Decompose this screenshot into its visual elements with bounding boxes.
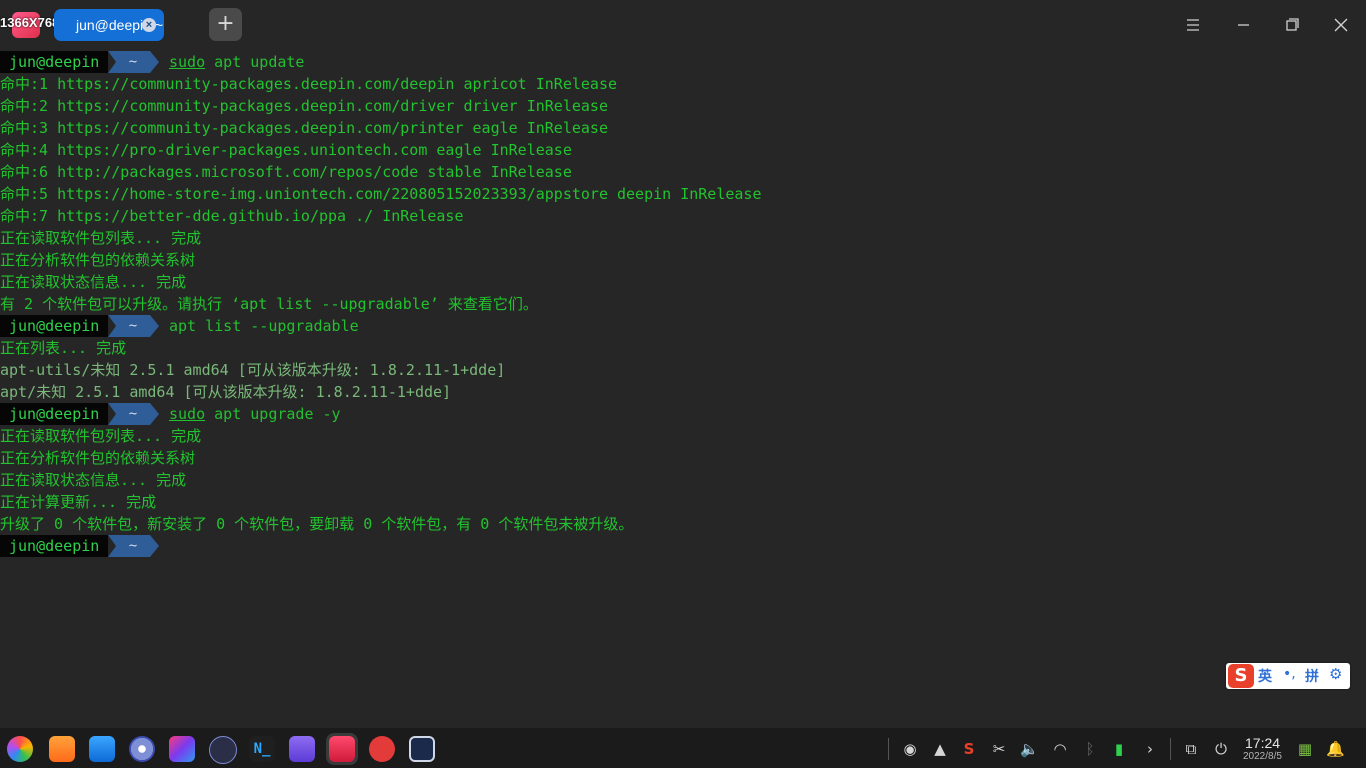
notion-icon[interactable]: N_ bbox=[249, 736, 275, 762]
new-tab-button[interactable]: + bbox=[209, 8, 242, 41]
notification-bell-icon[interactable]: 🔔 bbox=[1326, 740, 1345, 758]
close-icon[interactable] bbox=[1328, 12, 1354, 38]
netease-music-icon[interactable] bbox=[369, 736, 395, 762]
output-line: 命中:1 https://community-packages.deepin.c… bbox=[0, 75, 617, 93]
prompt-cwd: ~ bbox=[108, 403, 159, 425]
output-line: 正在列表... 完成 bbox=[0, 339, 127, 357]
output-line: 正在分析软件包的依赖关系树 bbox=[0, 449, 196, 467]
bluetooth-icon[interactable]: ᛒ bbox=[1081, 740, 1099, 758]
output-line: 正在读取状态信息... 完成 bbox=[0, 471, 187, 489]
settings-icon[interactable] bbox=[129, 736, 155, 762]
menu-icon[interactable] bbox=[1180, 12, 1206, 38]
output-line: 正在计算更新... 完成 bbox=[0, 493, 157, 511]
output-line: 命中:6 http://packages.microsoft.com/repos… bbox=[0, 163, 572, 181]
prompt-line: jun@deepin ~ apt list --upgradable bbox=[0, 315, 1366, 337]
ime-settings-icon[interactable]: ⚙ bbox=[1329, 665, 1342, 683]
output-line: 正在读取软件包列表... 完成 bbox=[0, 427, 202, 445]
command-text: apt list --upgradable bbox=[169, 317, 359, 335]
prompt-line: jun@deepin ~ sudo apt upgrade -y bbox=[0, 403, 1366, 425]
output-line: 正在读取软件包列表... 完成 bbox=[0, 229, 202, 247]
app-store-icon[interactable] bbox=[89, 736, 115, 762]
output-line: 命中:2 https://community-packages.deepin.c… bbox=[0, 97, 608, 115]
prompt-user: jun@deepin bbox=[0, 535, 108, 557]
screenshot-tray-icon[interactable]: ✂ bbox=[990, 740, 1008, 758]
output-line: 正在分析软件包的依赖关系树 bbox=[0, 251, 196, 269]
output-line: 命中:4 https://pro-driver-packages.unionte… bbox=[0, 141, 572, 159]
volume-icon[interactable]: 🔈 bbox=[1020, 740, 1039, 758]
clock-date[interactable]: 2022/8/5 bbox=[1243, 751, 1282, 762]
expand-tray-icon[interactable]: › bbox=[1141, 740, 1159, 758]
music-icon[interactable] bbox=[289, 736, 315, 762]
prompt-user: jun@deepin bbox=[0, 403, 108, 425]
launcher-icon[interactable] bbox=[7, 736, 33, 762]
output-line: 命中:5 https://home-store-img.uniontech.co… bbox=[0, 185, 762, 203]
clock-time[interactable]: 17:24 bbox=[1245, 735, 1280, 751]
trash-icon[interactable]: ▦ bbox=[1296, 740, 1314, 758]
prompt-user: jun@deepin bbox=[0, 315, 108, 337]
file-manager-icon[interactable] bbox=[49, 736, 75, 762]
prompt-cwd: ~ bbox=[108, 535, 159, 557]
editor-tray-icon[interactable]: ▲ bbox=[931, 740, 949, 758]
command-text: sudo apt upgrade -y bbox=[169, 405, 341, 423]
tab-close-icon[interactable]: × bbox=[142, 18, 156, 32]
ssh-client-icon[interactable] bbox=[209, 736, 237, 764]
output-line: apt-utils/未知 2.5.1 amd64 [可从该版本升级: 1.8.2… bbox=[0, 361, 506, 379]
resolution-badge: 1366X768 bbox=[0, 15, 60, 30]
prompt-line: jun@deepin ~ sudo apt update bbox=[0, 51, 1366, 73]
battery-icon[interactable]: ▮ bbox=[1110, 740, 1128, 758]
terminal-icon[interactable] bbox=[329, 736, 355, 762]
command-text: sudo apt update bbox=[169, 53, 305, 71]
output-line: 有 2 个软件包可以升级。请执行 ‘apt list --upgradable’… bbox=[0, 295, 538, 313]
wifi-icon[interactable]: ◠ bbox=[1051, 740, 1069, 758]
intellij-icon[interactable] bbox=[169, 736, 195, 762]
terminal-output[interactable]: jun@deepin ~ sudo apt update 命中:1 https:… bbox=[0, 51, 1366, 557]
sogou-tray-icon[interactable]: S bbox=[960, 740, 978, 758]
output-line: apt/未知 2.5.1 amd64 [可从该版本升级: 1.8.2.11-1+… bbox=[0, 383, 452, 401]
prompt-user: jun@deepin bbox=[0, 51, 108, 73]
multitask-view-icon[interactable]: ⧉ bbox=[1182, 740, 1200, 758]
power-icon[interactable]: ⏻ bbox=[1212, 740, 1230, 758]
output-line: 正在读取状态信息... 完成 bbox=[0, 273, 187, 291]
prompt-line: jun@deepin ~ bbox=[0, 535, 1366, 557]
prompt-cwd: ~ bbox=[108, 315, 159, 337]
taskbar: N_ ◉ ▲ S ✂ 🔈 ◠ ᛒ ▮ › ⧉ ⏻ ▦ 🔔 bbox=[0, 728, 1366, 768]
ime-punctuation-toggle[interactable]: •, bbox=[1283, 666, 1296, 682]
output-line: 升级了 0 个软件包，新安装了 0 个软件包，要卸载 0 个软件包，有 0 个软… bbox=[0, 515, 634, 533]
output-line: 命中:7 https://better-dde.github.io/ppa ./… bbox=[0, 207, 464, 225]
maximize-icon[interactable] bbox=[1279, 12, 1305, 38]
sogou-logo-icon[interactable]: S bbox=[1228, 664, 1254, 688]
dock-divider bbox=[888, 738, 889, 760]
ime-toolbar[interactable]: S 英 •, 拼 ⚙ bbox=[1226, 663, 1350, 689]
ime-mode-toggle[interactable]: 拼 bbox=[1305, 666, 1319, 686]
ime-language-toggle[interactable]: 英 bbox=[1258, 666, 1272, 686]
deepin-store-tray-icon[interactable]: ◉ bbox=[901, 740, 919, 758]
editor-icon[interactable] bbox=[409, 736, 435, 762]
minimize-icon[interactable] bbox=[1230, 12, 1256, 38]
output-line: 命中:3 https://community-packages.deepin.c… bbox=[0, 119, 608, 137]
dock-divider bbox=[1170, 738, 1171, 760]
prompt-cwd: ~ bbox=[108, 51, 159, 73]
title-bar: 1366X768 jun@deepin:~ × + bbox=[0, 0, 1366, 50]
terminal-tab[interactable]: jun@deepin:~ × bbox=[54, 9, 164, 41]
